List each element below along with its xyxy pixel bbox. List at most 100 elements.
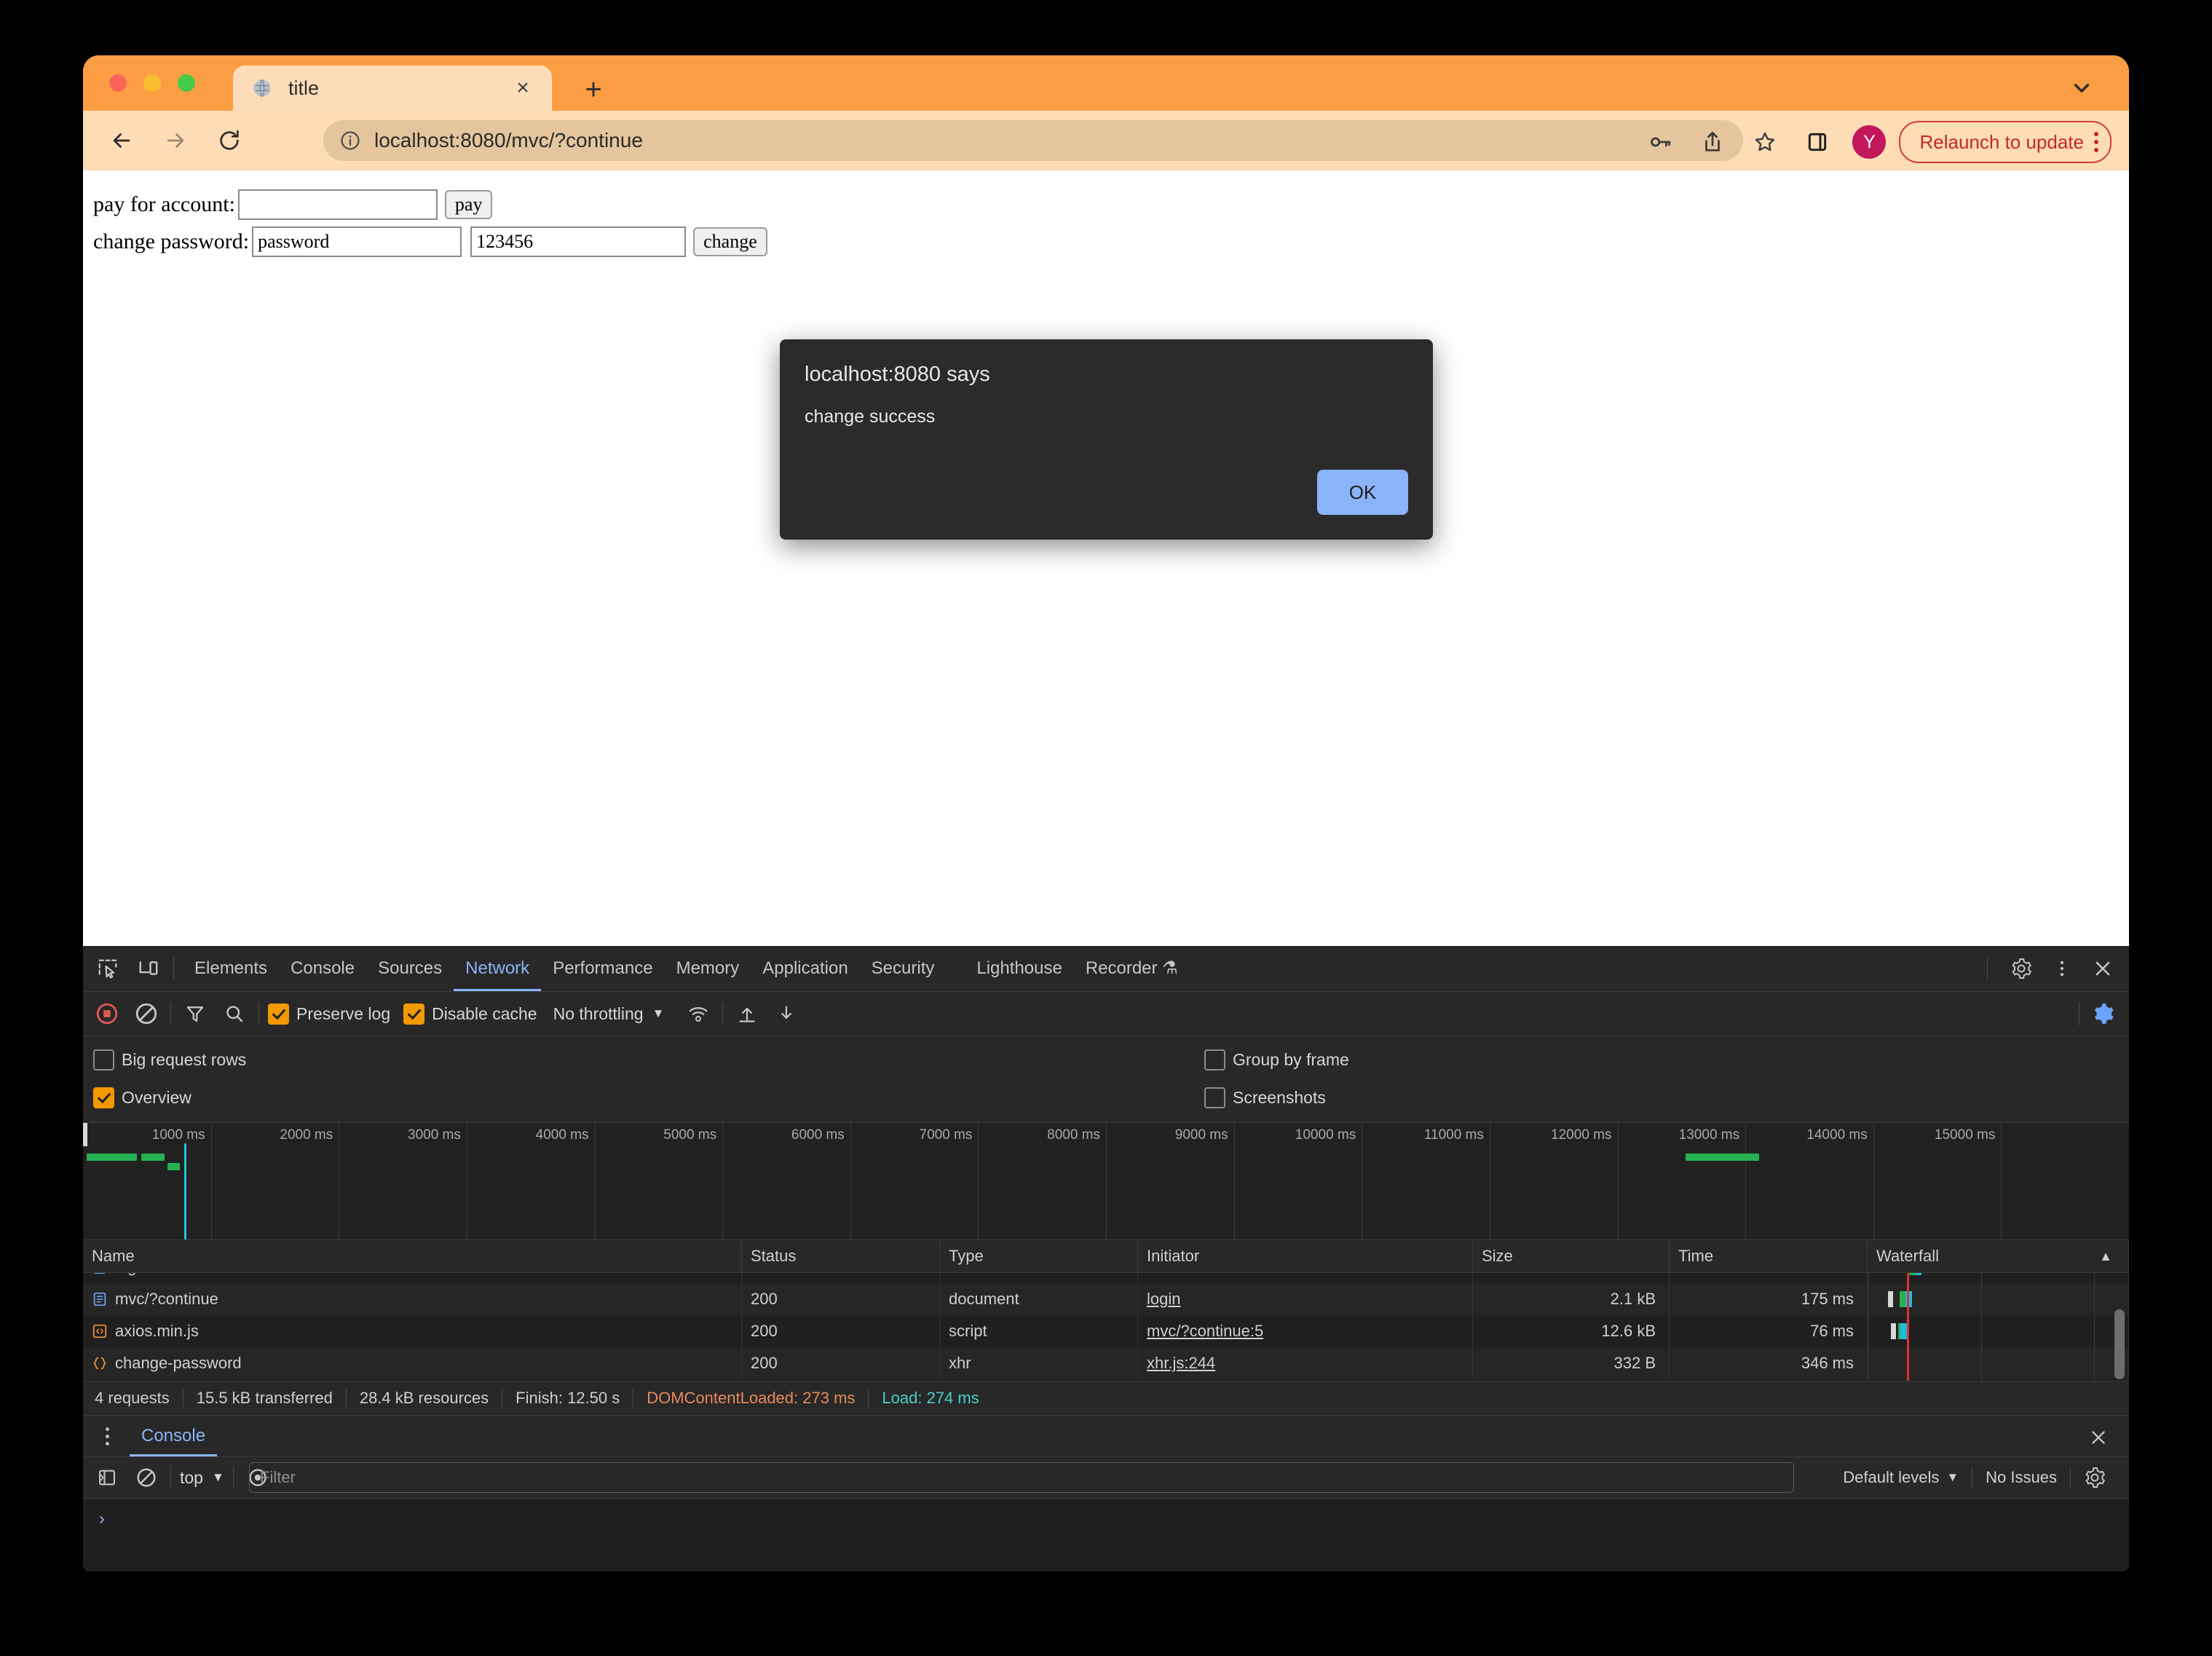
share-icon[interactable]: [1693, 122, 1732, 162]
network-conditions-icon[interactable]: [683, 998, 714, 1029]
issues-counter[interactable]: No Issues: [1972, 1468, 2070, 1487]
search-icon[interactable]: [219, 998, 250, 1029]
maximize-window-button[interactable]: [178, 74, 195, 92]
network-overview-timeline[interactable]: 1000 ms 2000 ms 3000 ms 4000 ms 5000 ms 6000 …: [83, 1123, 2129, 1240]
change-password-button[interactable]: change: [693, 227, 767, 256]
export-har-icon[interactable]: [771, 998, 802, 1029]
tab-memory[interactable]: Memory: [665, 946, 751, 991]
column-header-initiator[interactable]: Initiator: [1138, 1240, 1473, 1272]
kebab-menu-icon[interactable]: [2046, 953, 2078, 985]
overview-gridline: [1873, 1123, 1874, 1239]
group-by-frame-checkbox[interactable]: Group by frame: [1204, 1049, 1349, 1071]
table-row[interactable]: change-password 200 xhr xhr.js:244 332 B 346 …: [83, 1347, 2129, 1379]
table-row[interactable]: mvc/?continue 200 document login 2.1 kB 175 m…: [83, 1283, 2129, 1315]
side-panel-icon[interactable]: [1798, 122, 1837, 162]
tab-elements[interactable]: Elements: [183, 946, 279, 991]
old-password-input[interactable]: [252, 226, 462, 257]
tab-lighthouse[interactable]: Lighthouse: [965, 946, 1073, 991]
tab-sources[interactable]: Sources: [366, 946, 454, 991]
column-header-name[interactable]: Name: [83, 1240, 742, 1272]
new-password-input[interactable]: [470, 226, 687, 257]
pay-account-input[interactable]: [237, 189, 438, 220]
preserve-log-checkbox[interactable]: Preserve log: [268, 1003, 390, 1025]
clear-icon[interactable]: [131, 998, 162, 1029]
sort-caret-icon[interactable]: ▲: [2099, 1249, 2128, 1264]
options-row-1: Big request rows Group by frame: [83, 1041, 2129, 1079]
overview-left-handle[interactable]: [83, 1123, 87, 1146]
cell-waterfall: [1868, 1347, 2129, 1379]
initiator-link[interactable]: mvc/?continue:5: [1147, 1322, 1263, 1341]
column-header-type[interactable]: Type: [940, 1240, 1138, 1272]
drawer-tab-console[interactable]: Console: [130, 1416, 217, 1456]
console-prompt[interactable]: ›: [99, 1509, 105, 1529]
cell-size: 332 B: [1473, 1347, 1670, 1379]
disable-cache-checkbox[interactable]: Disable cache: [403, 1003, 537, 1025]
column-header-time[interactable]: Time: [1670, 1240, 1868, 1272]
star-icon[interactable]: [1745, 122, 1785, 162]
console-output[interactable]: ›: [83, 1499, 2129, 1572]
dialog-ok-button[interactable]: OK: [1317, 470, 1408, 515]
tab-network[interactable]: Network: [454, 946, 541, 991]
overview-gridline: [978, 1123, 979, 1239]
device-toolbar-icon[interactable]: [133, 953, 165, 985]
overview-request-bar: [1685, 1154, 1760, 1161]
chevron-down-icon[interactable]: [2065, 71, 2098, 105]
console-filter-input[interactable]: Filter: [249, 1462, 1794, 1493]
close-devtools-icon[interactable]: [2087, 953, 2119, 985]
throttling-select[interactable]: No throttling ▼: [553, 1004, 665, 1024]
relaunch-to-update-button[interactable]: Relaunch to update: [1899, 121, 2112, 163]
devtools-panel: Elements Console Sources Network Perform…: [83, 946, 2129, 1572]
table-row[interactable]: axios.min.js 200 script mvc/?continue:5 12.6…: [83, 1315, 2129, 1347]
initiator-link[interactable]: xhr.js:244: [1147, 1354, 1215, 1373]
settings-gear-icon[interactable]: [2005, 953, 2037, 985]
tab-recorder[interactable]: Recorder ⚗: [1074, 946, 1190, 991]
browser-tab[interactable]: title ×: [233, 66, 552, 111]
big-request-rows-checkbox[interactable]: Big request rows: [93, 1049, 246, 1071]
column-header-waterfall[interactable]: Waterfall ▲: [1868, 1240, 2129, 1272]
close-window-button[interactable]: [109, 74, 127, 92]
key-icon[interactable]: [1640, 122, 1680, 162]
forward-arrow-icon[interactable]: [156, 121, 195, 160]
record-stop-icon[interactable]: [92, 998, 122, 1029]
initiator-link[interactable]: login: [1147, 1290, 1180, 1309]
pay-button[interactable]: pay: [444, 190, 493, 219]
kebab-menu-icon[interactable]: [2094, 132, 2098, 152]
table-row[interactable]: login 302document / Redirect Other 410 B354…: [83, 1273, 2129, 1283]
address-bar[interactable]: localhost:8080/mvc/?continue: [323, 120, 1743, 161]
vertical-scrollbar[interactable]: [2114, 1309, 2125, 1379]
console-context-select[interactable]: top ▼: [180, 1468, 224, 1488]
minimize-window-button[interactable]: [143, 74, 161, 92]
column-header-size[interactable]: Size: [1473, 1240, 1670, 1272]
xhr-icon: [92, 1355, 108, 1371]
filter-funnel-icon[interactable]: [180, 998, 210, 1029]
info-circle-icon[interactable]: [339, 130, 361, 151]
reload-icon[interactable]: [210, 121, 249, 160]
import-har-icon[interactable]: [732, 998, 762, 1029]
console-levels-select[interactable]: Default levels ▼: [1830, 1468, 1972, 1487]
network-settings-gear-icon[interactable]: [2088, 998, 2119, 1029]
column-header-status[interactable]: Status: [742, 1240, 940, 1272]
avatar[interactable]: Y: [1852, 125, 1887, 159]
tab-performance[interactable]: Performance: [541, 946, 664, 991]
tab-security[interactable]: Security: [860, 946, 947, 991]
cell-size: 410 B: [1473, 1273, 1670, 1283]
screenshots-checkbox[interactable]: Screenshots: [1204, 1087, 1326, 1108]
close-drawer-icon[interactable]: [2084, 1423, 2113, 1452]
network-request-list[interactable]: login 302document / Redirect Other 410 B354…: [83, 1273, 2129, 1381]
back-arrow-icon[interactable]: [102, 121, 141, 160]
overview-gridline: [594, 1123, 596, 1239]
close-tab-button[interactable]: ×: [507, 72, 539, 104]
divider: [232, 1466, 234, 1489]
new-tab-button[interactable]: +: [577, 73, 610, 106]
cell-initiator: xhr.js:244: [1138, 1347, 1473, 1379]
show-console-sidebar-icon[interactable]: [92, 1462, 122, 1493]
overview-checkbox[interactable]: Overview: [93, 1087, 191, 1108]
tab-application[interactable]: Application: [751, 946, 859, 991]
cell-time: 76 ms: [1670, 1315, 1868, 1347]
kebab-menu-icon[interactable]: [95, 1427, 119, 1446]
inspect-element-icon[interactable]: [92, 953, 124, 985]
console-settings-gear-icon[interactable]: [2071, 1467, 2119, 1489]
clear-console-icon[interactable]: [131, 1462, 162, 1493]
tab-console[interactable]: Console: [279, 946, 366, 991]
overview-gridline: [210, 1123, 212, 1239]
